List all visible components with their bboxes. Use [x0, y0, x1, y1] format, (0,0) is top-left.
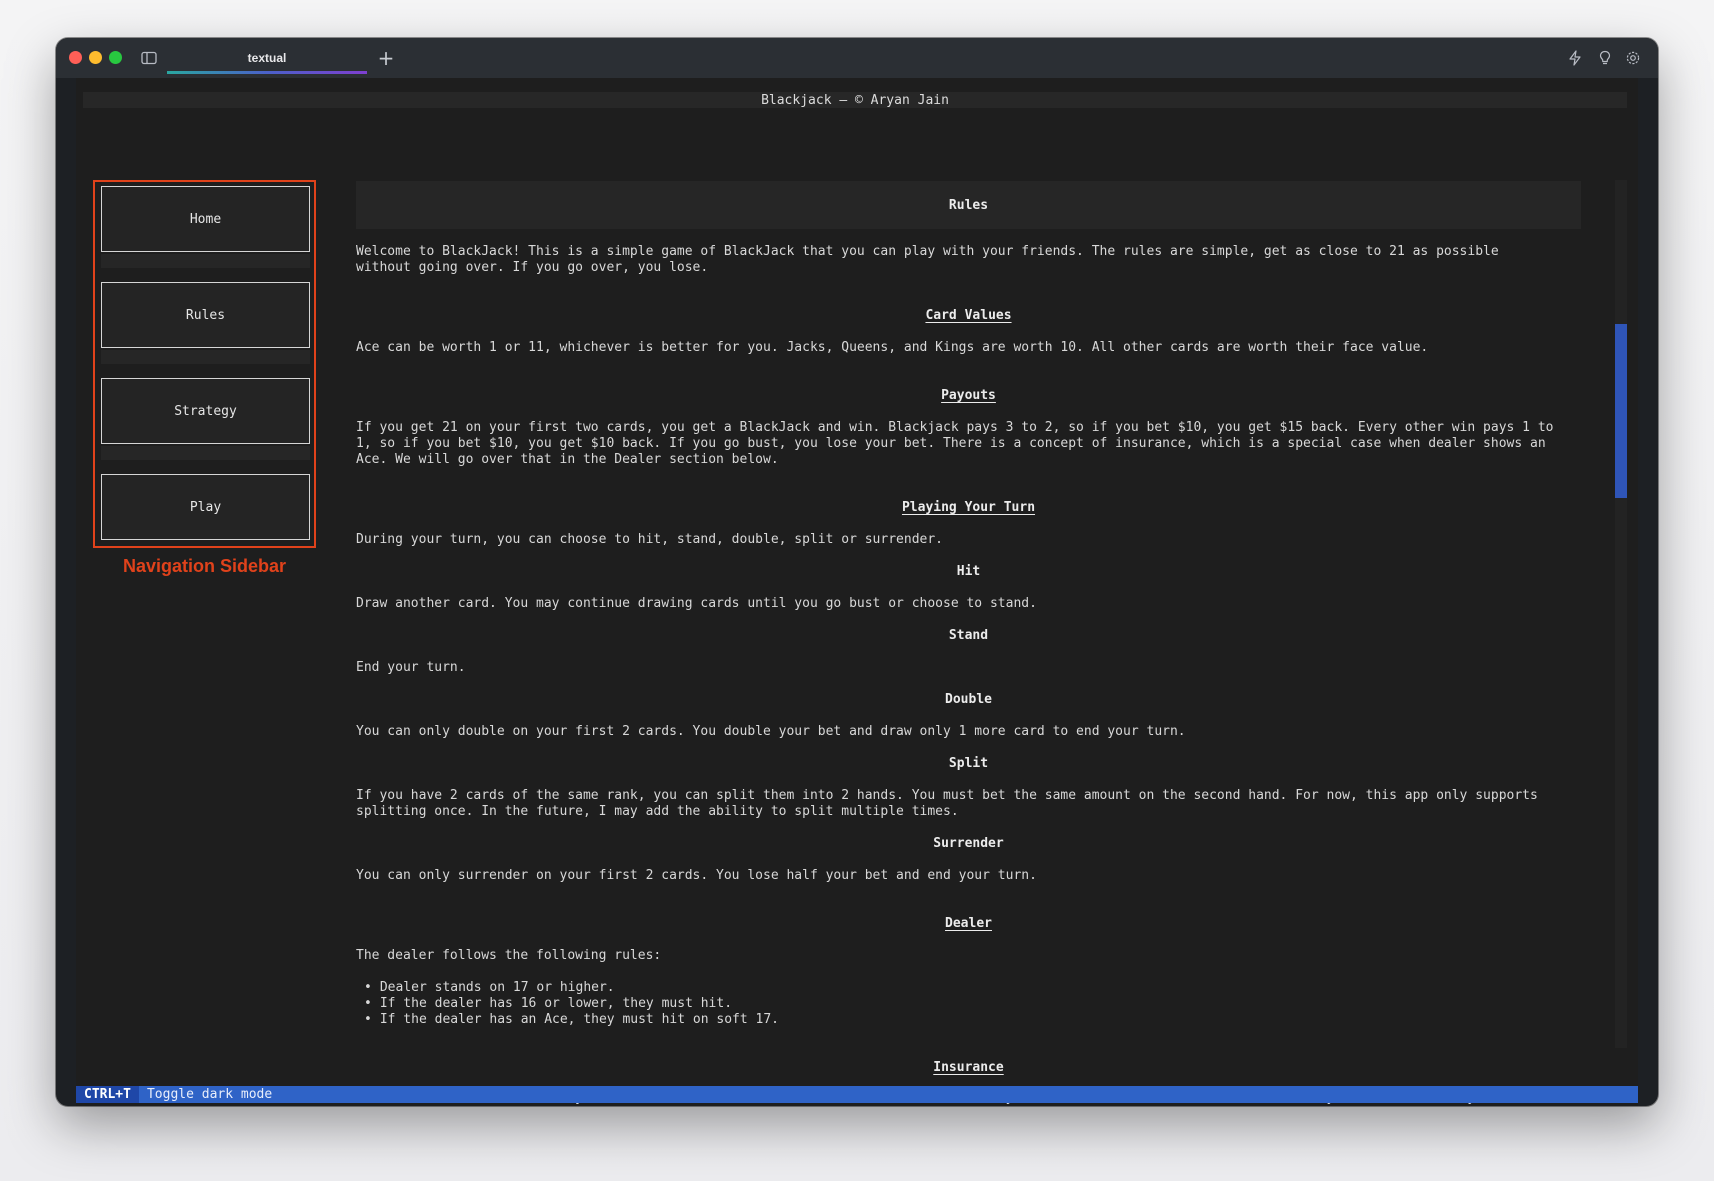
playing-your-turn-heading: Playing Your Turn: [901, 500, 1036, 515]
playing-your-turn-text: During your turn, you can choose to hit,…: [356, 532, 943, 547]
split-text: If you have 2 cards of the same rank, yo…: [356, 788, 1538, 819]
app-header: Blackjack — © Aryan Jain: [83, 92, 1627, 108]
insurance-heading: Insurance: [933, 1060, 1004, 1075]
terminal-window: textual + Blackjack — © Aryan Jain Home …: [56, 38, 1658, 1106]
scrollbar-track[interactable]: [1615, 180, 1627, 1048]
hit-text: Draw another card. You may continue draw…: [356, 596, 1037, 611]
sidebar-icon[interactable]: [139, 48, 159, 68]
title-bar: textual +: [56, 38, 1658, 78]
hit-heading: Hit: [956, 564, 981, 579]
home-button-label: Home: [189, 211, 222, 227]
toggle-dark-mode-label[interactable]: Toggle dark mode: [139, 1087, 272, 1102]
double-text: You can only double on your first 2 card…: [356, 724, 1186, 739]
tab-label: textual: [247, 51, 287, 65]
card-values-text: Ace can be worth 1 or 11, whichever is b…: [356, 340, 1429, 355]
dealer-heading: Dealer: [945, 916, 992, 931]
rules-button[interactable]: Rules: [101, 282, 310, 348]
scrollbar-thumb[interactable]: [1615, 324, 1627, 498]
rules-title-text: Rules: [948, 197, 989, 213]
payouts-text: If you get 21 on your first two cards, y…: [356, 420, 1554, 467]
close-window-button[interactable]: [69, 51, 82, 64]
textual-app: Blackjack — © Aryan Jain Home Rules Stra…: [76, 78, 1638, 1106]
play-button-label: Play: [189, 499, 222, 515]
home-button[interactable]: Home: [101, 186, 310, 252]
minimize-window-button[interactable]: [89, 51, 102, 64]
lightbulb-icon[interactable]: [1594, 47, 1616, 69]
stand-heading: Stand: [948, 628, 989, 643]
play-button[interactable]: Play: [101, 474, 310, 540]
new-tab-button[interactable]: +: [374, 46, 398, 70]
list-item: If the dealer has 16 or lower, they must…: [364, 996, 1564, 1012]
bolt-icon[interactable]: [1564, 47, 1586, 69]
active-tab-indicator: [167, 71, 367, 74]
surrender-heading: Surrender: [933, 836, 1004, 851]
dealer-text: The dealer follows the following rules:: [356, 948, 662, 963]
toggle-dark-mode-key[interactable]: CTRL+T: [76, 1086, 139, 1103]
plus-icon: +: [377, 46, 395, 70]
double-heading: Double: [945, 692, 992, 707]
list-item: Dealer stands on 17 or higher.: [364, 980, 1564, 996]
nav-separator: [101, 254, 310, 268]
strategy-button[interactable]: Strategy: [101, 378, 310, 444]
rules-title: Rules: [356, 181, 1581, 229]
list-item: If the dealer has an Ace, they must hit …: [364, 1012, 1564, 1028]
rules-button-label: Rules: [185, 307, 226, 323]
nav-separator: [101, 446, 310, 460]
payouts-heading: Payouts: [941, 388, 996, 403]
dealer-rules-list: Dealer stands on 17 or higher. If the de…: [364, 980, 1564, 1028]
nav-separator: [101, 350, 310, 364]
card-values-heading: Card Values: [925, 308, 1012, 323]
surrender-text: You can only surrender on your first 2 c…: [356, 868, 1037, 883]
strategy-button-label: Strategy: [174, 403, 237, 419]
stand-text: End your turn.: [356, 660, 466, 675]
rules-intro: Welcome to BlackJack! This is a simple g…: [356, 244, 1499, 275]
zoom-window-button[interactable]: [109, 51, 122, 64]
gear-icon[interactable]: [1622, 47, 1644, 69]
app-footer: CTRL+T Toggle dark mode: [76, 1086, 1638, 1103]
navigation-sidebar-caption: Navigation Sidebar: [122, 556, 287, 576]
app-title: Blackjack — © Aryan Jain: [761, 92, 949, 108]
split-heading: Split: [948, 756, 989, 771]
